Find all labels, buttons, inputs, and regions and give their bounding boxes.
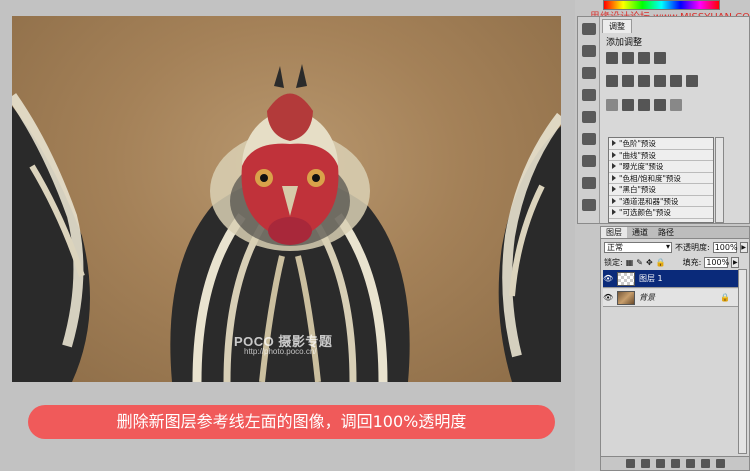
lock-all-icon[interactable]: 🔒 xyxy=(656,258,666,267)
photo-filter-icon[interactable] xyxy=(670,75,682,87)
layer-mask-icon[interactable] xyxy=(655,459,665,468)
selective-color-icon[interactable] xyxy=(670,99,682,111)
expand-triangle-icon xyxy=(612,140,616,146)
layer-thumbnail xyxy=(617,271,635,286)
tool-preset-icon[interactable] xyxy=(581,133,596,145)
layer-name: 图层 1 xyxy=(639,274,663,283)
color-balance-icon[interactable] xyxy=(638,75,650,87)
clone-icon[interactable] xyxy=(581,111,596,123)
layer-comps-icon[interactable] xyxy=(581,155,596,167)
opacity-input[interactable]: 100% xyxy=(712,242,738,253)
trash-icon[interactable] xyxy=(715,459,725,468)
tab-layers[interactable]: 图层 xyxy=(601,227,627,238)
invert-icon[interactable] xyxy=(606,99,618,111)
channel-mixer-icon[interactable] xyxy=(686,75,698,87)
opacity-label: 不透明度: xyxy=(675,243,710,252)
gradient-map-icon[interactable] xyxy=(654,99,666,111)
paragraph-icon[interactable] xyxy=(581,177,596,189)
black-white-icon[interactable] xyxy=(654,75,666,87)
layer-style-icon[interactable] xyxy=(640,459,650,468)
preset-item[interactable]: "通道混和器"预设 xyxy=(609,196,713,207)
brush-icon[interactable] xyxy=(581,89,596,101)
preset-item[interactable]: "色相/饱和度"预设 xyxy=(609,173,713,184)
fill-input[interactable]: 100% xyxy=(704,257,729,268)
new-layer-icon[interactable] xyxy=(700,459,710,468)
instruction-caption: 删除新图层参考线左面的图像，调回100%透明度 xyxy=(28,405,555,439)
character-icon[interactable] xyxy=(581,199,596,211)
expand-triangle-icon xyxy=(612,163,616,169)
fill-arrow-button[interactable]: ▶ xyxy=(731,257,740,268)
group-icon[interactable] xyxy=(685,459,695,468)
blend-mode-select[interactable]: 正常 xyxy=(604,242,672,253)
layers-panel: 图层 通道 路径 正常 不透明度: 100% ▶ 锁定: ▦ ✎ ✥ 🔒 填充:… xyxy=(600,226,750,471)
fill-label: 填充: xyxy=(682,258,702,267)
expand-triangle-icon xyxy=(612,197,616,204)
layer-row-layer1[interactable]: 👁 图层 1 xyxy=(603,270,738,288)
photo-watermark-url: http://photo.poco.cn/ xyxy=(244,347,317,356)
tab-paths[interactable]: 路径 xyxy=(653,227,679,238)
adjustment-icons-row-2 xyxy=(606,75,698,87)
levels-icon[interactable] xyxy=(622,52,634,64)
preset-item[interactable]: "色阶"预设 xyxy=(609,138,713,150)
lock-pixels-icon[interactable]: ✎ xyxy=(636,258,643,267)
layer-name: 背景 xyxy=(639,293,655,302)
lock-label: 锁定: xyxy=(604,258,623,267)
expand-triangle-icon xyxy=(612,209,616,215)
adjustment-presets-list: "色阶"预设 "曲线"预设 "曝光度"预设 "色相/饱和度"预设 "黑白"预设 … xyxy=(608,137,714,223)
history-icon[interactable] xyxy=(581,23,596,35)
lock-fill-row: 锁定: ▦ ✎ ✥ 🔒 填充: 100% ▶ xyxy=(604,257,740,268)
tab-adjustments[interactable]: 调整 xyxy=(602,19,632,33)
layer-row-background[interactable]: 👁 背景 🔒 xyxy=(603,289,738,307)
layers-scrollbar[interactable] xyxy=(738,269,747,454)
adjustment-icons-row-3 xyxy=(606,99,682,111)
lock-transparency-icon[interactable]: ▦ xyxy=(626,258,634,267)
lock-position-icon[interactable]: ✥ xyxy=(646,258,653,267)
visibility-eye-icon[interactable]: 👁 xyxy=(603,293,613,302)
opacity-arrow-button[interactable]: ▶ xyxy=(739,242,748,253)
expand-triangle-icon xyxy=(612,174,616,181)
image-icon[interactable] xyxy=(581,45,596,57)
posterize-icon[interactable] xyxy=(622,99,634,111)
expand-triangle-icon xyxy=(612,151,616,158)
canvas-area: POCO 摄影专题 http://photo.poco.cn/ 删除新图层参考线… xyxy=(0,0,575,471)
preset-item[interactable]: "黑白"预设 xyxy=(609,184,713,196)
tab-channels[interactable]: 通道 xyxy=(627,227,653,238)
rooster-photo xyxy=(12,64,561,382)
preset-item[interactable]: "曝光度"预设 xyxy=(609,161,713,173)
exposure-icon[interactable] xyxy=(654,52,666,64)
vibrance-icon[interactable] xyxy=(606,75,618,87)
link-layers-icon[interactable] xyxy=(625,459,635,468)
layer-thumbnail xyxy=(617,290,635,305)
blend-opacity-row: 正常 不透明度: 100% ▶ xyxy=(604,242,748,253)
visibility-eye-icon[interactable]: 👁 xyxy=(603,274,613,283)
adjustments-panel: 调整 添加调整 "色阶"预设 "曲线"预设 "曝光度"预设 "色相/饱和度"预设… xyxy=(577,16,750,224)
curves-icon[interactable] xyxy=(638,52,650,64)
preset-item[interactable]: "曲线"预设 xyxy=(609,150,713,161)
threshold-icon[interactable] xyxy=(638,99,650,111)
layers-bottom-toolbar xyxy=(601,456,749,470)
expand-triangle-icon xyxy=(612,186,616,192)
panel-dock-icons xyxy=(578,17,600,223)
preset-item[interactable]: "可选颜色"预设 xyxy=(609,207,713,219)
hue-saturation-icon[interactable] xyxy=(622,75,634,87)
adjustment-icons-row-1 xyxy=(606,52,666,64)
brightness-icon[interactable] xyxy=(606,52,618,64)
layers-panel-tabs: 图层 通道 路径 xyxy=(601,227,749,239)
adjustment-layer-icon[interactable] xyxy=(670,459,680,468)
document-canvas-image[interactable]: POCO 摄影专题 http://photo.poco.cn/ xyxy=(12,16,561,382)
text-tool-icon[interactable] xyxy=(581,67,596,79)
presets-scrollbar[interactable] xyxy=(715,137,724,223)
layer-lock-icon: 🔒 xyxy=(720,293,730,302)
adjustments-title: 添加调整 xyxy=(606,38,643,48)
